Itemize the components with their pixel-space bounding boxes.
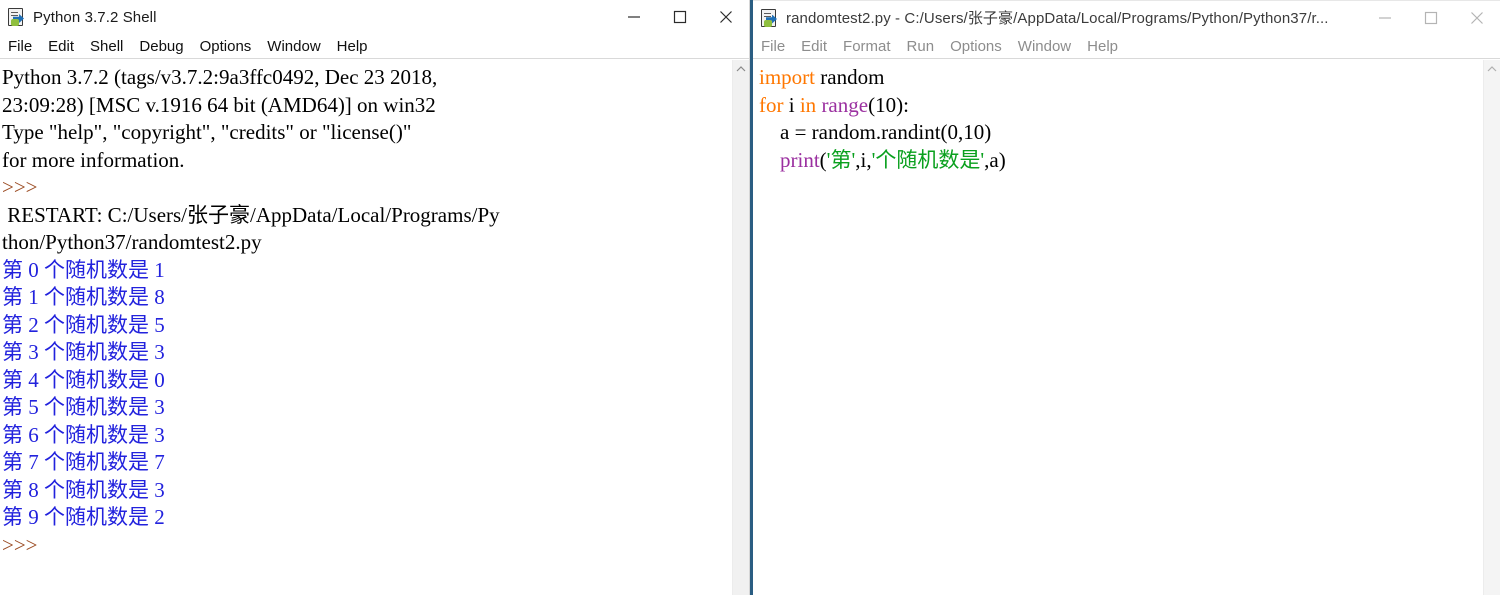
- output-line: 第 4 个随机数是 0: [2, 367, 165, 392]
- menu-window[interactable]: Window: [1018, 34, 1071, 59]
- minimize-button[interactable]: [1362, 1, 1408, 35]
- code-builtin-range: range: [821, 92, 869, 117]
- restart-line-1: RESTART: C:/Users/张子豪/AppData/Local/Prog…: [2, 202, 500, 227]
- shell-text[interactable]: Python 3.7.2 (tags/v3.7.2:9a3ffc0492, De…: [0, 60, 732, 559]
- output-line: 第 5 个随机数是 3: [2, 395, 165, 419]
- code-string-2: '个随机数是': [871, 147, 985, 172]
- maximize-button[interactable]: [1408, 1, 1454, 35]
- menu-file[interactable]: File: [761, 34, 785, 59]
- maximize-button[interactable]: [657, 0, 703, 34]
- maximize-icon: [673, 10, 687, 24]
- close-button[interactable]: [1454, 1, 1500, 35]
- output-line: 第 0 个随机数是 1: [2, 257, 165, 282]
- maximize-icon: [1424, 11, 1438, 25]
- editor-source-code[interactable]: import random for i in range(10): a = ra…: [753, 60, 1483, 174]
- chevron-up-icon: [736, 66, 746, 72]
- code-loop-var: i: [783, 92, 800, 117]
- output-line: 第 9 个随机数是 2: [2, 505, 165, 529]
- minimize-button[interactable]: [611, 0, 657, 34]
- code-builtin-print: print: [780, 147, 820, 172]
- menu-help[interactable]: Help: [337, 34, 368, 59]
- code-keyword-import: import: [759, 65, 815, 89]
- python-shell-window[interactable]: Python 3.7.2 Shell File Edit Shell Debug…: [0, 0, 750, 595]
- code-string-1: '第': [826, 147, 856, 172]
- shell-trailing-prompt: >>>: [2, 532, 38, 557]
- close-icon: [720, 11, 732, 23]
- banner-line-1: Python 3.7.2 (tags/v3.7.2:9a3ffc0492, De…: [2, 65, 438, 89]
- banner-line-4: for more information.: [2, 147, 185, 172]
- output-line: 第 2 个随机数是 5: [2, 312, 165, 337]
- menu-options[interactable]: Options: [950, 34, 1002, 59]
- shell-menubar[interactable]: File Edit Shell Debug Options Window Hel…: [0, 34, 749, 59]
- menu-help[interactable]: Help: [1087, 34, 1118, 59]
- banner-line-3: Type "help", "copyright", "credits" or "…: [2, 120, 412, 144]
- python-idle-icon: [7, 7, 27, 27]
- code-paren-close: ,a): [984, 147, 1006, 172]
- editor-scroll-up-button[interactable]: [1484, 60, 1500, 78]
- menu-edit[interactable]: Edit: [48, 34, 74, 59]
- close-icon: [1471, 12, 1483, 24]
- editor-window-title: randomtest2.py - C:/Users/张子豪/AppData/Lo…: [786, 10, 1329, 27]
- menu-format[interactable]: Format: [843, 34, 891, 59]
- desktop: Python 3.7.2 Shell File Edit Shell Debug…: [0, 0, 1500, 595]
- code-range-args: (10):: [868, 92, 909, 117]
- minimize-icon: [1379, 17, 1391, 19]
- close-button[interactable]: [703, 0, 749, 34]
- menu-shell[interactable]: Shell: [90, 34, 123, 59]
- minimize-icon: [628, 16, 640, 18]
- code-paren-open: (: [819, 147, 827, 172]
- output-line: 第 3 个随机数是 3: [2, 340, 165, 364]
- editor-caption-buttons[interactable]: [1362, 1, 1500, 35]
- chevron-up-icon: [1487, 66, 1497, 72]
- code-keyword-for: for: [759, 92, 784, 117]
- python-editor-window[interactable]: randomtest2.py - C:/Users/张子豪/AppData/Lo…: [750, 0, 1500, 595]
- menu-window[interactable]: Window: [267, 34, 320, 59]
- code-line-assign: a = random.randint(0,10): [759, 120, 992, 144]
- output-line: 第 8 个随机数是 3: [2, 477, 165, 502]
- menu-edit[interactable]: Edit: [801, 34, 827, 59]
- shell-titlebar[interactable]: Python 3.7.2 Shell: [0, 0, 749, 34]
- output-line: 第 7 个随机数是 7: [2, 450, 165, 474]
- shell-prompt: >>>: [2, 175, 38, 199]
- editor-code-pane[interactable]: import random for i in range(10): a = ra…: [753, 60, 1483, 595]
- restart-line-2: thon/Python37/randomtest2.py: [2, 230, 262, 254]
- code-arg-sep: ,i,: [855, 147, 872, 172]
- menu-options[interactable]: Options: [200, 34, 252, 59]
- output-line: 第 6 个随机数是 3: [2, 422, 165, 447]
- banner-line-2: 23:09:28) [MSC v.1916 64 bit (AMD64)] on…: [2, 92, 436, 117]
- code-module-name: random: [815, 65, 885, 89]
- python-idle-icon: [760, 8, 780, 28]
- editor-titlebar[interactable]: randomtest2.py - C:/Users/张子豪/AppData/Lo…: [753, 0, 1500, 34]
- menu-debug[interactable]: Debug: [139, 34, 183, 59]
- shell-scroll-up-button[interactable]: [733, 60, 749, 78]
- code-keyword-in: in: [799, 92, 817, 117]
- editor-scrollbar[interactable]: [1483, 60, 1500, 595]
- shell-window-title: Python 3.7.2 Shell: [33, 8, 157, 26]
- shell-scrollbar[interactable]: [732, 60, 749, 595]
- editor-menubar[interactable]: File Edit Format Run Options Window Help: [753, 34, 1500, 59]
- shell-caption-buttons[interactable]: [611, 0, 749, 34]
- menu-run[interactable]: Run: [907, 34, 935, 59]
- menu-file[interactable]: File: [8, 34, 32, 59]
- output-line: 第 1 个随机数是 8: [2, 285, 165, 309]
- shell-output-pane[interactable]: Python 3.7.2 (tags/v3.7.2:9a3ffc0492, De…: [0, 60, 732, 595]
